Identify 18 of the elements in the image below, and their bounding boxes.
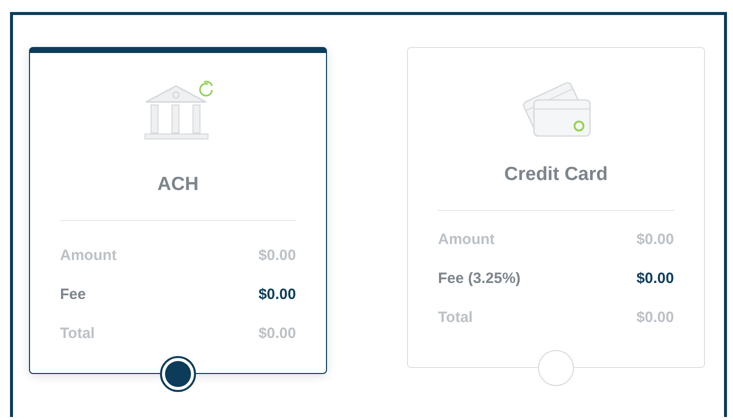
row-label: Fee — [60, 286, 86, 303]
row-label: Amount — [438, 231, 495, 248]
row-value: $0.00 — [258, 286, 296, 303]
row-value: $0.00 — [636, 270, 674, 287]
row-value: $0.00 — [258, 247, 296, 264]
row-label: Amount — [60, 247, 117, 264]
method-title: Credit Card — [503, 164, 609, 186]
row-label: Total — [60, 325, 95, 342]
row-label: Total — [438, 309, 473, 326]
row-value: $0.00 — [258, 325, 296, 342]
payment-card[interactable]: ACH Amount $0.00 Fee $0.00 Total $0.00 — [29, 47, 327, 374]
bank-icon — [142, 80, 214, 142]
payment-card[interactable]: Credit Card Amount $0.00 Fee (3.25%) $0.00 Total $0.00 — [407, 47, 705, 368]
row-value: $0.00 — [636, 309, 674, 326]
row-label: Fee (3.25%) — [438, 270, 521, 287]
radio-button[interactable] — [160, 356, 196, 392]
row-value: $0.00 — [636, 231, 674, 248]
method-title: ACH — [156, 174, 200, 196]
